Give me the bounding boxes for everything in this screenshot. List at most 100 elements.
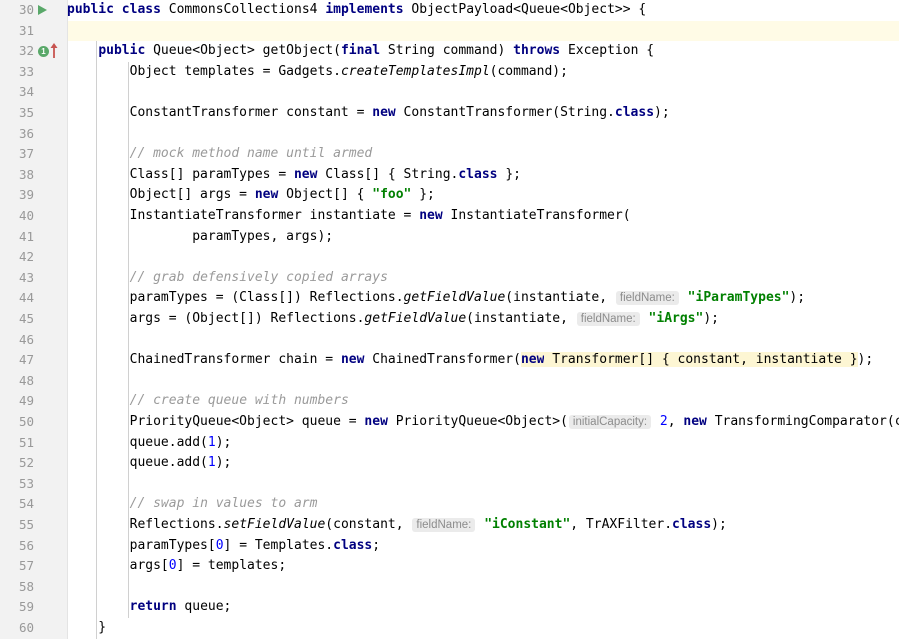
code-line[interactable]: 59 return queue;	[0, 597, 899, 618]
code-token: return	[130, 599, 177, 614]
code-text[interactable]: // create queue with numbers	[67, 391, 349, 412]
code-line[interactable]: 37 // mock method name until armed	[0, 144, 899, 165]
code-token: // swap in values to arm	[130, 496, 318, 511]
code-line[interactable]: 31	[0, 21, 899, 42]
line-number: 59	[0, 597, 34, 618]
code-line[interactable]: 42	[0, 247, 899, 268]
code-token: Exception {	[560, 43, 654, 58]
run-arrow-icon[interactable]	[38, 5, 47, 15]
code-token: 0	[216, 538, 224, 553]
code-line[interactable]: 46	[0, 330, 899, 351]
code-line[interactable]: 44 paramTypes = (Class[]) Reflections.ge…	[0, 288, 899, 309]
code-token: class	[458, 167, 497, 182]
code-token: args[	[67, 558, 169, 573]
line-number: 32	[0, 41, 34, 62]
code-token: ] = templates;	[177, 558, 287, 573]
code-text[interactable]: // swap in values to arm	[67, 494, 317, 515]
code-token: final	[341, 43, 380, 58]
code-line[interactable]: 51 queue.add(1);	[0, 433, 899, 454]
code-line[interactable]: 36	[0, 124, 899, 145]
code-text[interactable]: public class CommonsCollections4 impleme…	[67, 0, 646, 21]
code-line[interactable]: 49 // create queue with numbers	[0, 391, 899, 412]
code-token: ;	[372, 538, 380, 553]
code-token: getFieldValue	[404, 290, 506, 305]
code-text[interactable]: ConstantTransformer constant = new Const…	[67, 103, 670, 124]
implemented-method-icon[interactable]: 1	[38, 46, 49, 57]
code-text[interactable]: return queue;	[67, 597, 231, 618]
line-number: 31	[0, 21, 34, 42]
code-token: ,	[668, 414, 684, 429]
code-line[interactable]: 35 ConstantTransformer constant = new Co…	[0, 103, 899, 124]
code-line[interactable]: 34	[0, 82, 899, 103]
run-gutter-icon[interactable]	[38, 0, 66, 21]
code-text[interactable]: // mock method name until armed	[67, 144, 372, 165]
code-text[interactable]: queue.add(1);	[67, 453, 231, 474]
code-token: class	[615, 105, 654, 120]
code-text[interactable]: ChainedTransformer chain = new ChainedTr…	[67, 350, 873, 371]
code-token: paramTypes, args);	[67, 229, 333, 244]
code-token: InstantiateTransformer(	[443, 208, 631, 223]
code-line[interactable]: 55 Reflections.setFieldValue(constant, f…	[0, 515, 899, 536]
code-line[interactable]: 39 Object[] args = new Object[] { "foo" …	[0, 185, 899, 206]
line-number: 48	[0, 371, 34, 392]
code-line[interactable]: 47 ChainedTransformer chain = new Chaine…	[0, 350, 899, 371]
code-token: );	[703, 311, 719, 326]
code-token: );	[711, 517, 727, 532]
code-line[interactable]: 38 Class[] paramTypes = new Class[] { St…	[0, 165, 899, 186]
code-text[interactable]: Object templates = Gadgets.createTemplat…	[67, 62, 568, 83]
overriding-method-arrow-icon[interactable]	[50, 43, 58, 58]
implementation-gutter-icons[interactable]: 1	[38, 41, 66, 62]
code-token: TransformingComparator(chain));	[707, 414, 899, 429]
code-token: ChainedTransformer(	[364, 352, 521, 367]
code-line[interactable]: 60 }	[0, 618, 899, 639]
code-editor[interactable]: 30public class CommonsCollections4 imple…	[0, 0, 899, 639]
code-line[interactable]: 54 // swap in values to arm	[0, 494, 899, 515]
code-token: InstantiateTransformer instantiate =	[67, 208, 419, 223]
code-text[interactable]: }	[67, 618, 106, 639]
code-line[interactable]: 40 InstantiateTransformer instantiate = …	[0, 206, 899, 227]
code-text[interactable]: args[0] = templates;	[67, 556, 286, 577]
code-token	[67, 270, 130, 285]
code-line[interactable]: 53	[0, 474, 899, 495]
code-token: new	[294, 167, 317, 182]
code-token: args = (Object[]) Reflections.	[67, 311, 364, 326]
code-text[interactable]: paramTypes[0] = Templates.class;	[67, 536, 380, 557]
code-text[interactable]: // grab defensively copied arrays	[67, 268, 388, 289]
code-text[interactable]: paramTypes, args);	[67, 227, 333, 248]
code-token: queue.add(	[67, 455, 208, 470]
code-token	[476, 517, 484, 532]
code-line[interactable]: 57 args[0] = templates;	[0, 556, 899, 577]
code-text[interactable]: paramTypes = (Class[]) Reflections.getFi…	[67, 288, 805, 309]
code-text[interactable]: queue.add(1);	[67, 433, 231, 454]
gutter-fold-strip[interactable]	[45, 0, 68, 639]
code-text[interactable]: Object[] args = new Object[] { "foo" };	[67, 185, 435, 206]
code-line[interactable]: 43 // grab defensively copied arrays	[0, 268, 899, 289]
code-text[interactable]: PriorityQueue<Object> queue = new Priori…	[67, 412, 899, 433]
code-text[interactable]: args = (Object[]) Reflections.getFieldVa…	[67, 309, 719, 330]
code-line[interactable]: 45 args = (Object[]) Reflections.getFiel…	[0, 309, 899, 330]
code-line[interactable]: 41 paramTypes, args);	[0, 227, 899, 248]
code-token: (instantiate,	[505, 290, 615, 305]
code-line[interactable]: 30public class CommonsCollections4 imple…	[0, 0, 899, 21]
selected-code-token: new	[521, 352, 544, 367]
code-line[interactable]: 32 1 public Queue<Object> getObject(final…	[0, 41, 899, 62]
code-text[interactable]: InstantiateTransformer instantiate = new…	[67, 206, 631, 227]
code-token: new	[364, 414, 387, 429]
code-token	[67, 146, 130, 161]
code-token: CommonsCollections4	[161, 2, 325, 17]
code-token: 1	[208, 455, 216, 470]
code-line[interactable]: 58	[0, 577, 899, 598]
code-line[interactable]: 52 queue.add(1);	[0, 453, 899, 474]
code-line[interactable]: 48	[0, 371, 899, 392]
code-text[interactable]: Reflections.setFieldValue(constant, fiel…	[67, 515, 727, 536]
code-token: ConstantTransformer constant =	[67, 105, 372, 120]
line-number: 39	[0, 185, 34, 206]
code-text[interactable]: public Queue<Object> getObject(final Str…	[67, 41, 654, 62]
code-line[interactable]: 50 PriorityQueue<Object> queue = new Pri…	[0, 412, 899, 433]
code-line[interactable]: 33 Object templates = Gadgets.createTemp…	[0, 62, 899, 83]
code-text[interactable]: Class[] paramTypes = new Class[] { Strin…	[67, 165, 521, 186]
code-token: getFieldValue	[364, 311, 466, 326]
code-token: (instantiate,	[466, 311, 576, 326]
line-number: 45	[0, 309, 34, 330]
code-line[interactable]: 56 paramTypes[0] = Templates.class;	[0, 536, 899, 557]
